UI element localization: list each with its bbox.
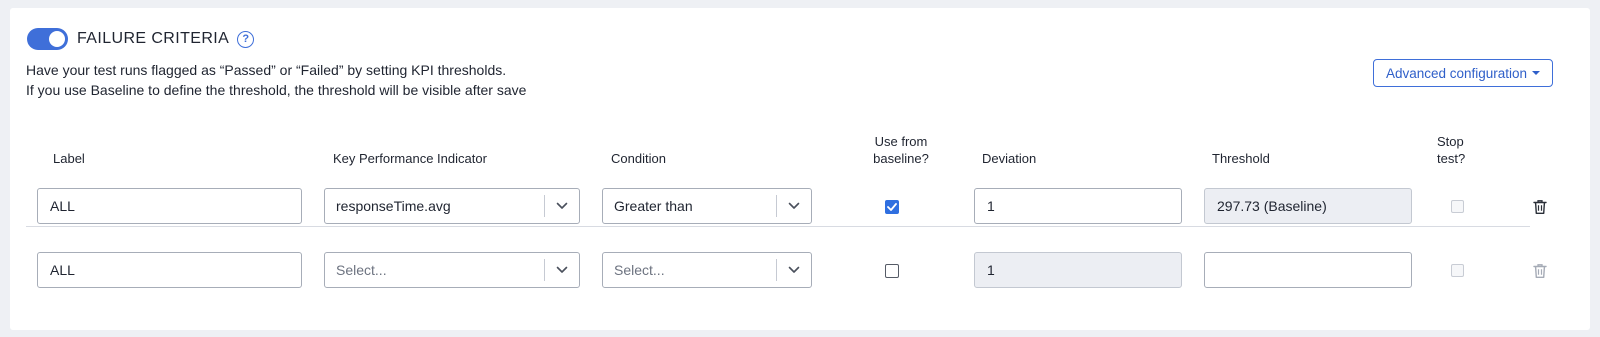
chevron-down-icon[interactable] (777, 266, 811, 274)
deviation-input-value: 1 (987, 198, 995, 214)
threshold-input-value: 297.73 (Baseline) (1217, 198, 1327, 214)
threshold-input: 297.73 (Baseline) (1204, 188, 1412, 224)
column-header-use-baseline: Use from baseline? (871, 133, 931, 167)
kpi-select-value: responseTime.avg (336, 198, 451, 214)
use-baseline-checkbox[interactable] (885, 200, 899, 214)
label-input-value: ALL (50, 198, 75, 214)
label-input-value: ALL (50, 262, 75, 278)
use-baseline-header-line1: Use from (874, 134, 928, 149)
kpi-select[interactable]: Select... (324, 252, 580, 288)
column-header-threshold: Threshold (1212, 151, 1270, 166)
advanced-configuration-label: Advanced configuration (1385, 65, 1528, 81)
threshold-input[interactable] (1204, 252, 1412, 288)
trash-icon (1533, 263, 1547, 279)
chevron-down-icon[interactable] (777, 202, 811, 210)
use-baseline-checkbox[interactable] (885, 264, 899, 278)
deviation-input-value: 1 (987, 262, 995, 278)
condition-select[interactable]: Greater than (602, 188, 812, 224)
label-input[interactable]: ALL (37, 188, 302, 224)
failure-criteria-header: FAILURE CRITERIA ? (27, 28, 255, 50)
stop-test-header-line1: Stop (1437, 134, 1464, 149)
row-divider (26, 226, 1530, 227)
stop-test-checkbox (1451, 264, 1464, 277)
deviation-input: 1 (974, 252, 1182, 288)
checkmark-icon (887, 203, 897, 211)
kpi-select-placeholder: Select... (336, 262, 387, 278)
deviation-input[interactable]: 1 (974, 188, 1182, 224)
section-title: FAILURE CRITERIA (77, 30, 230, 47)
stop-test-header-line2: test? (1437, 151, 1466, 166)
question-circle-icon[interactable]: ? (237, 30, 255, 48)
toggle-knob (49, 31, 65, 47)
condition-select[interactable]: Select... (602, 252, 812, 288)
column-header-label: Label (53, 151, 85, 166)
column-header-condition: Condition (611, 151, 666, 166)
description-line-2: If you use Baseline to define the thresh… (26, 82, 527, 98)
use-baseline-header-line2: baseline? (873, 151, 929, 166)
section-description: Have your test runs flagged as “Passed” … (26, 60, 526, 100)
kpi-select[interactable]: responseTime.avg (324, 188, 580, 224)
stop-test-checkbox (1451, 200, 1464, 213)
column-header-deviation: Deviation (982, 151, 1037, 166)
chevron-down-icon[interactable] (545, 202, 579, 210)
chevron-down-icon[interactable] (545, 266, 579, 274)
description-line-1: Have your test runs flagged as “Passed” … (26, 62, 507, 78)
advanced-configuration-button[interactable]: Advanced configuration (1373, 59, 1553, 87)
condition-select-placeholder: Select... (614, 262, 665, 278)
failure-criteria-toggle[interactable] (27, 28, 68, 50)
condition-select-value: Greater than (614, 198, 693, 214)
caret-down-icon (1532, 71, 1541, 75)
label-input[interactable]: ALL (37, 252, 302, 288)
trash-icon[interactable] (1533, 199, 1547, 215)
column-header-kpi: Key Performance Indicator (333, 151, 487, 166)
column-header-stop-test: Stop test? (1437, 133, 1465, 167)
